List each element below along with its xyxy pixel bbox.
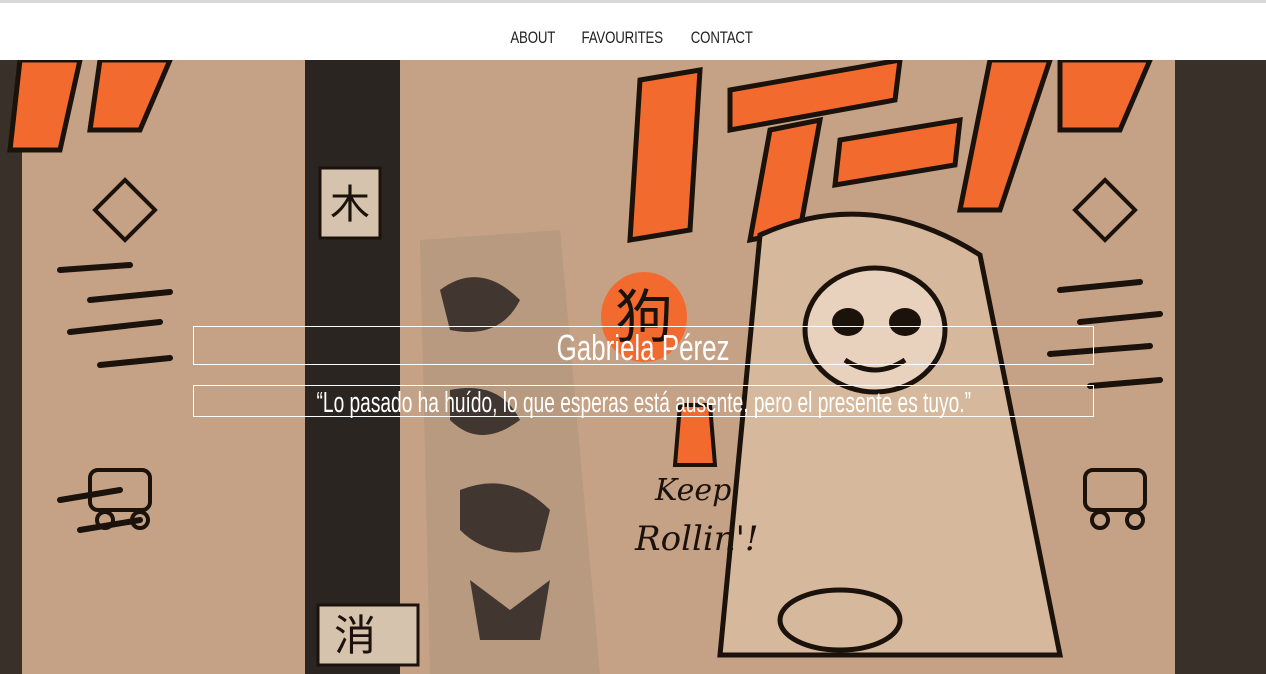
nav-link-contact[interactable]: CONTACT [691,16,753,48]
dark-band-right [1175,60,1266,674]
reaper-illustration [672,211,1064,658]
profile-quote-box: “Lo pasado ha huído, lo que esperas está… [193,385,1094,419]
profile-name: Gabriela Pérez [557,326,730,368]
nav-link-favourites[interactable]: FAVOURITES [581,16,663,48]
kanji-bottom: 消 [334,611,376,660]
kanji-left: 木 [330,182,370,228]
main-navigation: ABOUT FAVOURITES CONTACT [0,3,1266,60]
orange-banner-left [7,60,173,153]
slogan-line-2: Rollin'! [634,519,759,559]
nav-link-about[interactable]: ABOUT [511,16,556,48]
profile-quote: “Lo pasado ha huído, lo que esperas está… [316,386,971,419]
orange-banner [627,60,1153,244]
profile-name-box: Gabriela Pérez [193,326,1094,368]
slogan-line-1: Keep [654,473,731,508]
dark-band [305,60,400,674]
